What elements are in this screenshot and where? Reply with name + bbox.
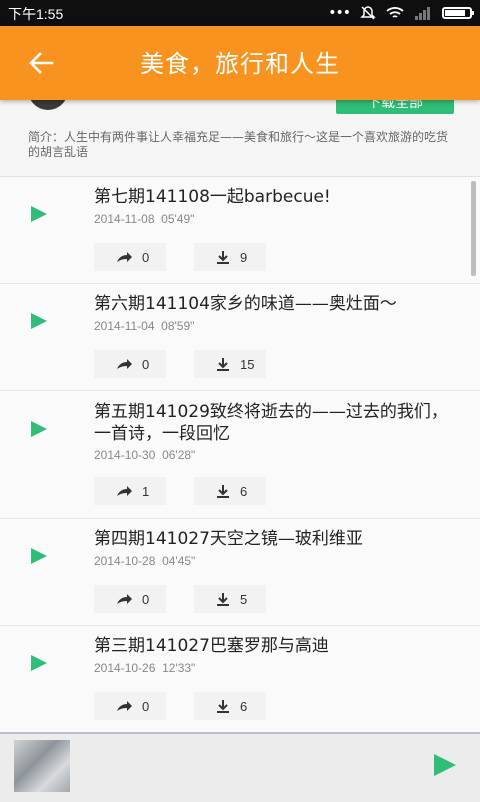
- list-item[interactable]: 第三期141027巴塞罗那与高迪 2014-10-26 12'33" 0 6: [0, 626, 480, 732]
- episode-list[interactable]: 第七期141108一起barbecue! 2014-11-08 05'49" 0…: [0, 177, 480, 732]
- episode-stats: 0 5: [94, 585, 294, 613]
- download-button[interactable]: 15: [194, 350, 266, 378]
- share-icon: [117, 701, 132, 711]
- status-icons: •••: [328, 3, 474, 23]
- download-icon: [217, 593, 229, 606]
- scrollbar[interactable]: [471, 181, 476, 276]
- episode-title: 第四期141027天空之镜—玻利维亚: [94, 529, 363, 549]
- episode-stats: 0 6: [94, 692, 294, 720]
- download-icon: [217, 485, 229, 498]
- status-time: 下午1:55: [8, 6, 64, 22]
- download-button[interactable]: 9: [194, 243, 266, 271]
- signal-icon: [415, 7, 430, 20]
- share-icon: [117, 486, 132, 496]
- episode-date: 2014-10-28 04'45": [94, 554, 196, 568]
- episode-stats: 1 6: [94, 477, 294, 505]
- download-all-label: 下载全部: [367, 100, 423, 111]
- share-button[interactable]: 0: [94, 350, 166, 378]
- episode-stats: 0 9: [94, 243, 294, 271]
- episode-date: 2014-11-08 05'49": [94, 212, 195, 226]
- album-thumbnail[interactable]: [14, 740, 70, 792]
- share-button[interactable]: 1: [94, 477, 166, 505]
- download-button[interactable]: 6: [194, 477, 266, 505]
- battery-icon: [442, 7, 474, 19]
- play-icon[interactable]: [432, 752, 458, 778]
- episode-title: 第六期141104家乡的味道——奥灶面～: [94, 294, 397, 314]
- episode-stats: 0 15: [94, 350, 294, 378]
- episode-title: 第五期141029致终将逝去的——过去的我们，一首诗，一段回忆: [94, 402, 448, 444]
- album-info: 下载全部 简介：人生中有两件事让人幸福充足——美食和旅行～这是一个喜欢旅游的吃货…: [0, 100, 480, 177]
- mini-player: [0, 732, 480, 802]
- share-icon: [117, 594, 132, 604]
- share-button[interactable]: 0: [94, 692, 166, 720]
- more-icon: •••: [328, 5, 351, 21]
- play-icon[interactable]: [30, 547, 48, 565]
- page-title: 美食，旅行和人生: [140, 50, 340, 78]
- download-button[interactable]: 6: [194, 692, 266, 720]
- download-icon: [217, 358, 229, 371]
- episode-date: 2014-10-30 06'28": [94, 448, 196, 462]
- share-icon: [117, 252, 132, 262]
- download-all-button[interactable]: 下载全部: [336, 100, 454, 114]
- share-icon: [117, 359, 132, 369]
- avatar: [28, 100, 68, 110]
- app-header: 美食，旅行和人生: [0, 26, 480, 100]
- list-item[interactable]: 第五期141029致终将逝去的——过去的我们，一首诗，一段回忆 2014-10-…: [0, 391, 480, 519]
- episode-title: 第三期141027巴塞罗那与高迪: [94, 636, 329, 656]
- list-item[interactable]: 第六期141104家乡的味道——奥灶面～ 2014-11-04 08'59" 0…: [0, 284, 480, 391]
- play-icon[interactable]: [30, 312, 48, 330]
- episode-date: 2014-10-26 12'33": [94, 661, 196, 675]
- episode-date: 2014-11-04 08'59": [94, 319, 195, 333]
- download-icon: [217, 251, 229, 264]
- list-item[interactable]: 第四期141027天空之镜—玻利维亚 2014-10-28 04'45" 0 5: [0, 519, 480, 626]
- download-icon: [217, 700, 229, 713]
- mute-icon: [360, 6, 376, 20]
- album-intro: 简介：人生中有两件事让人幸福充足——美食和旅行～这是一个喜欢旅游的吃货的胡言乱语: [28, 130, 449, 159]
- play-icon[interactable]: [30, 654, 48, 672]
- play-icon[interactable]: [30, 205, 48, 223]
- wifi-icon: [386, 7, 404, 18]
- share-button[interactable]: 0: [94, 585, 166, 613]
- list-item[interactable]: 第七期141108一起barbecue! 2014-11-08 05'49" 0…: [0, 177, 480, 284]
- episode-title: 第七期141108一起barbecue!: [94, 187, 331, 207]
- download-button[interactable]: 5: [194, 585, 266, 613]
- status-bar: 下午1:55 •••: [0, 0, 480, 26]
- share-button[interactable]: 0: [94, 243, 166, 271]
- play-icon[interactable]: [30, 420, 48, 438]
